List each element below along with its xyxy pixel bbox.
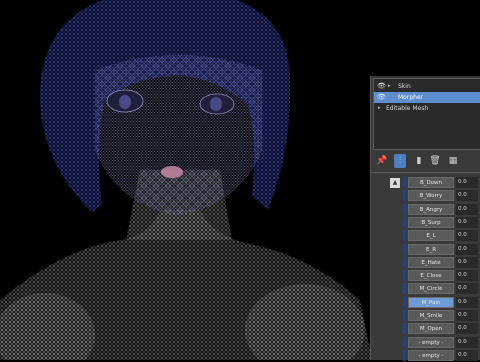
morph-channel-value-field[interactable]: 0.0 [456,230,478,242]
morph-channel-value-field[interactable]: 0.0 [456,203,478,215]
eye-visibility-icon[interactable]: 👁 [377,82,386,90]
morph-channel-button[interactable]: B_Down [408,177,454,188]
morph-channel-value-field[interactable]: 0.0 [456,190,478,202]
stack-item-label: Morpher [398,94,424,101]
make-unique-icon[interactable]: ▮ [413,154,425,168]
expand-arrow-icon[interactable]: ▸ [378,103,381,114]
channel-marker [403,243,406,255]
morph-channel-row: B_Worry 0.0 [400,189,480,202]
morph-channel-value-field[interactable]: 0.0 [456,336,478,348]
morph-channel-row: E_R 0.0 [400,243,480,256]
morph-channel-row: M_Circle 0.0 [400,282,480,295]
morph-channel-button[interactable]: - empty - [408,349,454,361]
morph-channel-row: M_Open 0.0 [400,322,480,335]
channel-marker [403,230,406,242]
remove-modifier-icon[interactable]: 🗑 [429,154,441,168]
morph-channel-row: E_L 0.0 [400,229,480,242]
channel-marker [403,203,406,215]
morph-channel-row: M_Smile 0.0 [400,309,480,322]
morph-channel-button[interactable]: E_Close [408,270,454,282]
morph-channel-row: M_Pain 0.0 [400,296,480,309]
channel-marker [403,349,406,361]
channel-marker [403,216,406,228]
morph-channel-value-field[interactable]: 0.0 [456,216,478,228]
stack-item-skin[interactable]: 👁 ▸ Skin [374,81,480,92]
expand-arrow-icon[interactable]: ▸ [388,81,391,92]
eye-visibility-icon[interactable]: 👁 [377,93,386,101]
morph-channel-row: - empty -0.0 [400,336,480,349]
character-mouth [161,166,183,178]
channel-marker [403,177,406,188]
morph-channel-button[interactable]: E_L [408,230,454,242]
modifier-stack-list[interactable]: 👁 ▸ Skin 👁 Morpher ▸ Editable Mesh [373,78,480,150]
divider [371,172,480,173]
morph-channel-value-field[interactable]: 0.0 [456,296,478,308]
stack-item-morpher[interactable]: 👁 Morpher [374,92,480,103]
stack-item-editable-mesh[interactable]: ▸ Editable Mesh [374,103,480,114]
morph-channel-row: B_Surp 0.0 [400,216,480,229]
morph-channel-button[interactable]: E_R [408,243,454,255]
morph-channel-button[interactable]: B_Angry [408,203,454,215]
morph-channel-button[interactable]: B_Worry [408,190,454,202]
channel-marker [403,256,406,268]
pin-stack-icon[interactable]: 📌 [376,154,388,168]
channel-marker [403,283,406,295]
channel-marker [403,296,406,308]
configure-modifier-sets-icon[interactable]: ▦ [447,154,459,168]
channel-marker [403,323,406,335]
morph-channel-button[interactable]: - empty - [408,336,454,348]
morph-channel-button[interactable]: M_Circle [408,283,454,295]
channel-marker [403,190,406,202]
morph-channel-value-field[interactable]: 0.0 [456,243,478,255]
morph-channel-value-field[interactable]: 0.0 [456,270,478,282]
morph-channel-row: E_Hate 0.0 [400,256,480,269]
morph-channel-list: B_Down 0.0 B_Worry 0.0 B_Angry 0.0 B_Surp 0.0 E_… [400,176,480,361]
morph-channel-button[interactable]: M_Pain [408,296,454,308]
morph-channel-button[interactable]: M_Open [408,323,454,335]
morph-channel-value-field[interactable]: 0.0 [456,323,478,335]
morph-channel-button[interactable]: E_Hate [408,256,454,268]
morph-channel-value-field[interactable]: 0.0 [456,256,478,268]
channel-marker [403,336,406,348]
morph-channel-value-field[interactable]: 0.0 [456,177,478,188]
morph-channel-value-field[interactable]: 0.0 [456,310,478,321]
morph-channel-button[interactable]: B_Surp [408,216,454,228]
channel-scroll-up-button[interactable]: ▲ [390,178,400,188]
show-end-result-icon[interactable]: ⫶ [394,154,406,168]
morph-channel-button[interactable]: M_Smile [408,310,454,321]
channel-marker [403,310,406,321]
stack-item-label: Skin [398,83,411,90]
channel-marker [403,270,406,282]
morph-channel-row: E_Close 0.0 [400,269,480,282]
morph-channel-value-field[interactable]: 0.0 [456,283,478,295]
morph-channel-row: B_Down 0.0 [400,176,480,189]
morph-channel-value-field[interactable]: 0.0 [456,349,478,361]
modifier-stack-toolbar: 📌 ⫶ ▮ 🗑 ▦ [371,152,480,170]
stack-item-label: Editable Mesh [386,105,429,112]
morph-channel-row: B_Angry 0.0 [400,203,480,216]
